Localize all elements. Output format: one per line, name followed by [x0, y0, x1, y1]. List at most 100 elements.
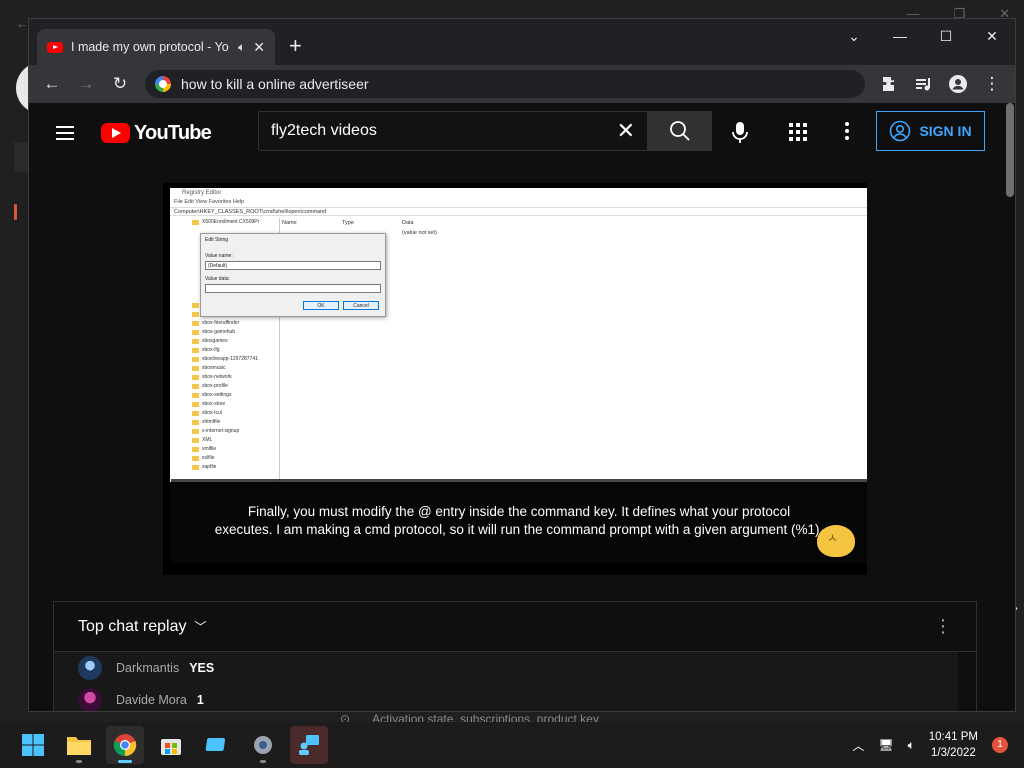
file-explorer-button[interactable]	[60, 726, 98, 764]
regedit-tree-item: xhtmlfile	[170, 418, 279, 427]
media-control-icon[interactable]	[909, 69, 939, 99]
regedit-tree-item: xbox-settings	[170, 391, 279, 400]
chat-author[interactable]: Davide Mora	[116, 693, 187, 707]
account-icon	[890, 120, 911, 142]
settings-more-icon[interactable]	[844, 121, 850, 146]
chrome-menu-icon[interactable]: ⋮	[977, 69, 1007, 99]
col-type: Type	[342, 220, 354, 226]
chat-more-icon[interactable]: ⋮	[934, 616, 952, 637]
clock-time: 10:41 PM	[928, 731, 978, 743]
address-text: how to kill a online advertiseer	[181, 76, 369, 92]
video-frame-registry-editor: Registry Editor File Edit View Favorites…	[170, 188, 867, 482]
reload-button[interactable]: ↻	[105, 69, 135, 99]
search-button[interactable]	[648, 111, 712, 151]
voice-search-button[interactable]	[729, 121, 751, 145]
system-tray: ︿ 🖥︎ 🔈︎ 10:41 PM 1/3/2022 1	[852, 722, 1024, 768]
regedit-tree-item: xbox-gamehub	[170, 328, 279, 337]
avatar[interactable]	[78, 688, 102, 711]
profile-icon[interactable]	[943, 69, 973, 99]
clear-search-icon[interactable]: ✕	[617, 118, 635, 144]
dialog-title: Edit String	[205, 237, 229, 243]
edit-string-dialog: Edit String Value name: (Default) Value …	[200, 233, 386, 317]
chat-mode-selector[interactable]: Top chat replay	[78, 618, 187, 636]
app-button[interactable]	[198, 726, 236, 764]
value-data-field	[205, 284, 381, 293]
settings-button[interactable]	[244, 726, 282, 764]
tab-youtube[interactable]: I made my own protocol - Yo 🔈︎ ✕	[37, 29, 275, 65]
minimize-icon[interactable]: —	[877, 28, 923, 44]
store-button[interactable]	[152, 726, 190, 764]
value-name-field: (Default)	[205, 261, 381, 270]
caption-line-1: Finally, you must modify the @ entry ins…	[247, 504, 791, 519]
youtube-logo[interactable]: YouTube	[101, 122, 212, 145]
avatar[interactable]	[78, 656, 102, 680]
regedit-tree-item: x-internet-signup	[170, 427, 279, 436]
regedit-tree-item: xboxgames	[170, 337, 279, 346]
google-icon	[155, 76, 171, 92]
scroll-thumb[interactable]	[1006, 103, 1014, 197]
taskbar: ︿ 🖥︎ 🔈︎ 10:41 PM 1/3/2022 1	[0, 722, 1024, 768]
back-button[interactable]: ←	[37, 69, 67, 99]
regedit-tree-item: X500Enrollment.CX509Pr	[170, 218, 279, 227]
notification-badge[interactable]: 1	[992, 737, 1008, 753]
chat-message: Darkmantis YES	[54, 652, 958, 684]
volume-icon[interactable]: 🔈︎	[908, 738, 915, 753]
regedit-tree-item: xbox-friendfinder	[170, 319, 279, 328]
tab-search-icon[interactable]: ⌄	[831, 28, 877, 45]
regedit-tree-item: xslfile	[170, 454, 279, 463]
emoji-sticker-icon	[817, 525, 855, 557]
chrome-icon	[113, 734, 137, 757]
forward-button[interactable]: →	[71, 69, 101, 99]
apps-grid-icon[interactable]	[789, 123, 807, 146]
tab-close-icon[interactable]: ✕	[253, 39, 265, 56]
chat-text: YES	[189, 661, 215, 675]
nav-divider	[14, 142, 28, 172]
menu-icon[interactable]	[45, 113, 85, 153]
close-icon[interactable]: ✕	[969, 28, 1015, 45]
chat-messages: Darkmantis YES Davide Mora 1	[54, 652, 958, 711]
sign-in-label: SIGN IN	[919, 123, 972, 139]
windows-logo-icon	[22, 734, 44, 756]
chrome-window: I made my own protocol - Yo 🔈︎ ✕ + ⌄ — ☐…	[28, 18, 1016, 712]
chevron-down-icon[interactable]: ﹀	[195, 618, 207, 635]
remote-app-button[interactable]	[290, 726, 328, 764]
regedit-tree-item: xboxmusic	[170, 364, 279, 373]
search-bar: fly2tech videos ✕	[258, 111, 712, 151]
search-input[interactable]: fly2tech videos ✕	[258, 111, 648, 151]
network-icon[interactable]: 🖥︎	[878, 738, 893, 752]
regedit-tree-item: zapfile	[170, 463, 279, 472]
new-tab-button[interactable]: +	[289, 33, 302, 59]
youtube-header: YouTube fly2tech videos ✕ SIGN IN	[29, 103, 1015, 163]
chrome-taskbar-button[interactable]	[106, 726, 144, 764]
window-controls: ⌄ — ☐ ✕	[831, 19, 1015, 53]
video-player[interactable]: Registry Editor File Edit View Favorites…	[163, 183, 867, 575]
remote-desktop-icon	[299, 735, 319, 755]
sign-in-button[interactable]: SIGN IN	[876, 111, 985, 151]
caption-line-2: executes. I am making a cmd protocol, so…	[214, 522, 824, 537]
extensions-icon[interactable]	[875, 69, 905, 99]
regedit-path: Computer\HKEY_CLASSES_ROOT\cmd\shell\ope…	[170, 207, 867, 216]
chat-replay-panel: Top chat replay ﹀ ⋮ Darkmantis YES David…	[53, 601, 977, 711]
regedit-tree-item: xbox-profile	[170, 382, 279, 391]
microphone-icon	[732, 122, 748, 143]
nav-selection-indicator	[14, 204, 17, 220]
col-name: Name	[282, 220, 297, 226]
value-not-set: (value not set)	[402, 230, 437, 236]
chat-header: Top chat replay ﹀ ⋮	[54, 602, 976, 652]
search-icon	[670, 121, 690, 141]
dialog-ok-button: OK	[303, 301, 339, 310]
dialog-cancel-button: Cancel	[343, 301, 379, 310]
page-scrollbar[interactable]	[1005, 103, 1015, 711]
chevron-up-icon[interactable]: ︿	[852, 737, 864, 754]
start-button[interactable]	[14, 726, 52, 764]
clock[interactable]: 10:41 PM 1/3/2022	[929, 729, 978, 761]
address-bar[interactable]: how to kill a online advertiseer	[145, 70, 865, 98]
folder-icon	[67, 737, 91, 755]
regedit-title: Registry Editor	[182, 190, 222, 196]
chat-author[interactable]: Darkmantis	[116, 661, 179, 675]
col-data: Data	[402, 220, 414, 226]
maximize-icon[interactable]: ☐	[923, 28, 969, 45]
gear-icon	[254, 736, 272, 754]
video-caption: Finally, you must modify the @ entry ins…	[171, 479, 867, 563]
speaker-icon[interactable]: 🔈︎	[238, 40, 245, 55]
